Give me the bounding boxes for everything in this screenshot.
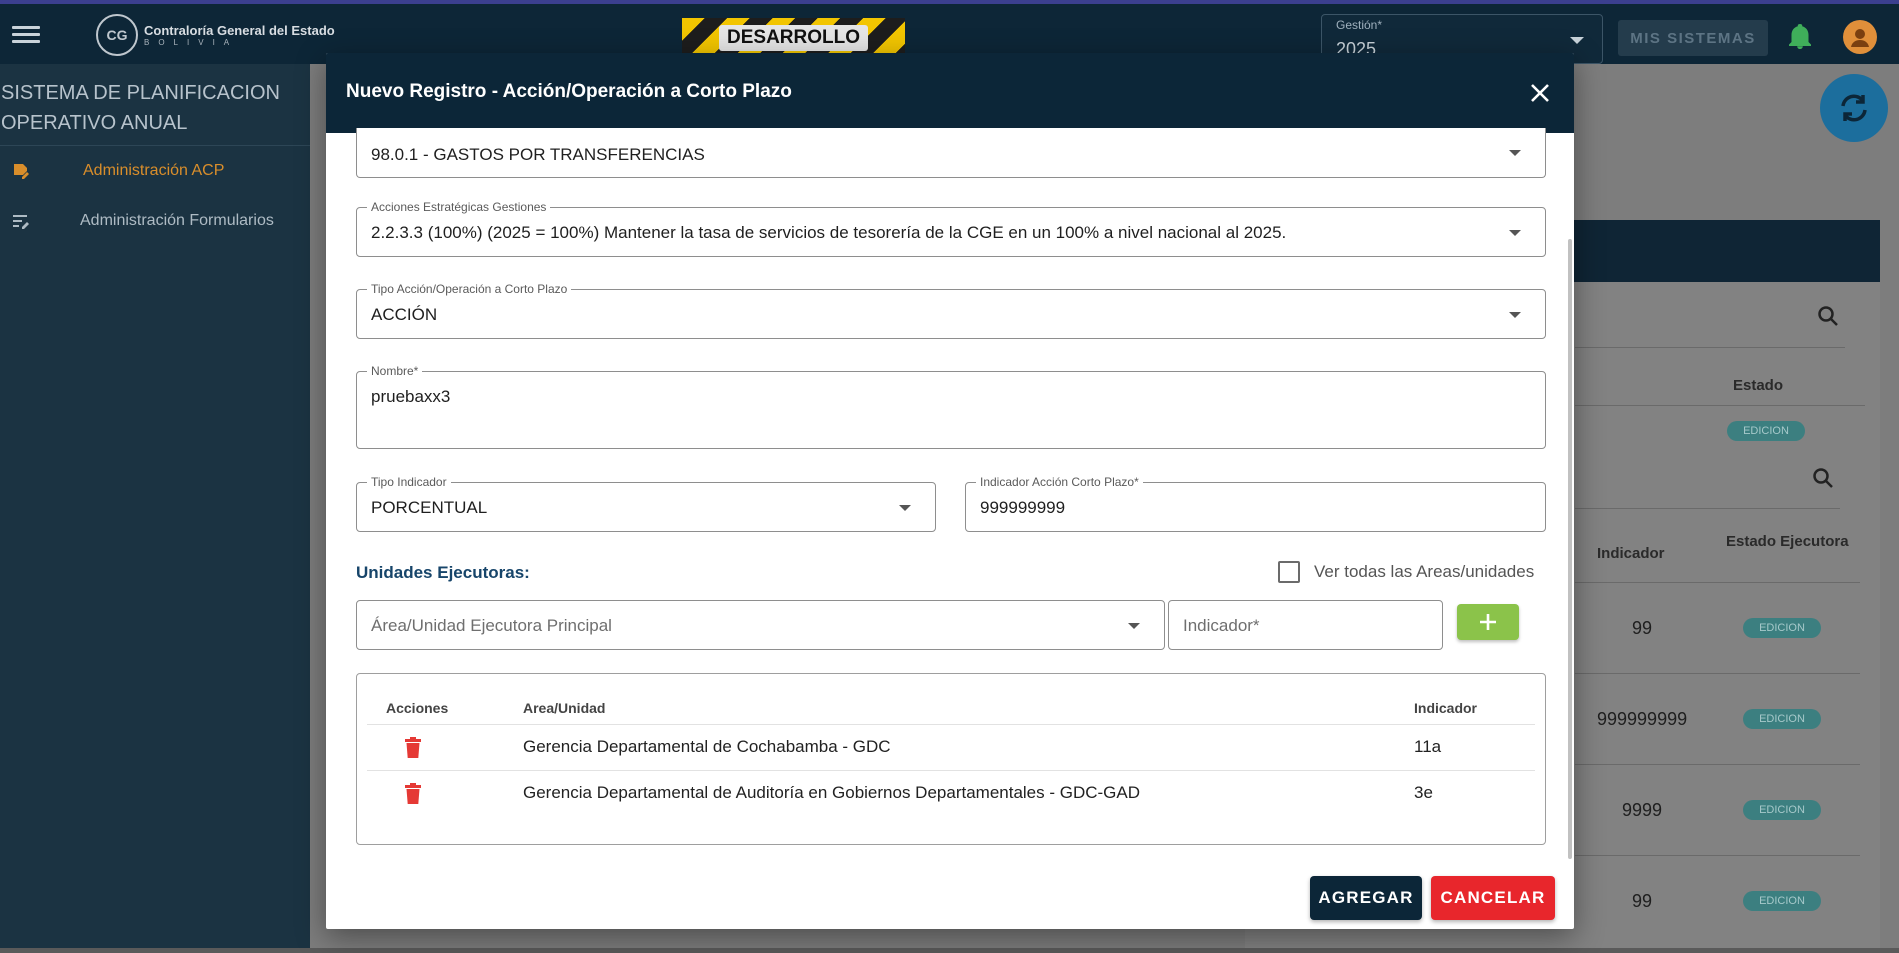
divider <box>1575 764 1860 765</box>
header-divider <box>367 724 1535 725</box>
cge-logo: CG Contraloría General del Estado BOLIVI… <box>96 10 335 60</box>
table-cell-indicador: 99 <box>1632 618 1653 638</box>
system-title: SISTEMA DE PLANIFICACION OPERATIVO ANUAL <box>0 64 310 146</box>
unidades-ejecutoras-title: Unidades Ejecutoras: <box>356 563 530 582</box>
sidebar-item-administracion-formularios[interactable]: Administración Formularios <box>0 201 310 241</box>
tipo-indicador-select[interactable]: Tipo Indicador PORCENTUAL <box>356 475 936 532</box>
divider <box>1575 508 1840 509</box>
column-header-estado-ejecutora: Estado Ejecutora <box>1726 533 1849 550</box>
table-cell-indicador: 9999 <box>1622 800 1663 820</box>
dialog-title: Nuevo Registro - Acción/Operación a Cort… <box>346 81 792 102</box>
status-badge: EDICION <box>1743 709 1821 729</box>
divider <box>1575 582 1860 583</box>
logo-subtext: BOLIVIA <box>144 37 239 47</box>
list-edit-icon <box>13 215 29 229</box>
column-header-indicador: Indicador <box>1414 700 1478 716</box>
table-cell-indicador: 11a <box>1414 737 1442 756</box>
tipo-accion-select[interactable]: Tipo Acción/Operación a Corto Plazo ACCI… <box>356 282 1546 339</box>
column-header-acciones: Acciones <box>386 700 449 716</box>
edit-document-icon <box>14 164 29 179</box>
table-cell-indicador: 99 <box>1632 891 1653 911</box>
dialog-header: Nuevo Registro - Acción/Operación a Cort… <box>326 53 1574 133</box>
table-cell-area: Gerencia Departamental de Auditoría en G… <box>523 783 1141 802</box>
status-badge: EDICION <box>1743 618 1821 638</box>
field-label: Indicador Acción Corto Plazo* <box>976 475 1143 489</box>
user-avatar-icon[interactable] <box>1843 20 1877 54</box>
dropdown-arrow-icon <box>1128 623 1140 629</box>
close-icon[interactable] <box>1528 81 1552 105</box>
divider <box>1575 347 1845 348</box>
column-header-area-unidad: Area/Unidad <box>523 700 606 716</box>
partida-select[interactable]: 98.0.1 - GASTOS POR TRANSFERENCIAS <box>356 128 1546 178</box>
delete-trash-icon[interactable] <box>404 737 422 759</box>
field-label: Tipo Indicador <box>367 475 451 489</box>
gestion-label: Gestión* <box>1336 18 1383 32</box>
row-divider <box>367 770 1535 771</box>
area-unidad-placeholder: Área/Unidad Ejecutora Principal <box>371 616 612 635</box>
table-cell-area: Gerencia Departamental de Cochabamba - G… <box>523 737 891 756</box>
cge-seal-icon: CG <box>96 14 138 56</box>
nuevo-registro-dialog: Nuevo Registro - Acción/Operación a Cort… <box>326 53 1574 929</box>
tipo-indicador-value: PORCENTUAL <box>371 498 488 517</box>
logo-text: Contraloría General del Estado <box>144 22 335 38</box>
dropdown-arrow-icon <box>1509 230 1521 236</box>
search-icon[interactable] <box>1812 467 1834 489</box>
environment-label: DESARROLLO <box>719 25 868 51</box>
mis-sistemas-button[interactable]: MIS SISTEMAS <box>1618 20 1768 56</box>
column-header-indicador: Indicador <box>1597 545 1665 562</box>
cancelar-button[interactable]: CANCELAR <box>1431 876 1555 920</box>
search-icon[interactable] <box>1817 305 1839 327</box>
hamburger-menu-icon[interactable] <box>12 22 40 50</box>
divider <box>1575 855 1860 856</box>
divider <box>1575 405 1865 406</box>
field-label: Acciones Estratégicas Gestiones <box>367 200 551 214</box>
ver-todas-checkbox[interactable] <box>1278 561 1300 583</box>
refresh-icon <box>1841 94 1867 122</box>
table-cell-indicador: 999999999 <box>1597 709 1688 729</box>
dropdown-arrow-icon <box>1570 37 1584 44</box>
nombre-value: pruebaxx3 <box>371 387 451 406</box>
indicador-acp-value: 999999999 <box>980 498 1066 517</box>
agregar-button[interactable]: AGREGAR <box>1310 876 1422 920</box>
partida-select-value: 98.0.1 - GASTOS POR TRANSFERENCIAS <box>371 145 705 164</box>
indicador-acp-input[interactable]: Indicador Acción Corto Plazo* 999999999 <box>965 475 1546 532</box>
status-badge: EDICION <box>1743 891 1821 911</box>
table-cell-indicador: 3e <box>1414 783 1433 802</box>
plus-icon <box>1480 614 1496 630</box>
indicador-unidad-placeholder: Indicador* <box>1183 616 1260 635</box>
sidebar-item-label: Administración ACP <box>83 162 225 179</box>
environment-banner: DESARROLLO <box>682 18 905 58</box>
bottom-strip <box>0 948 1899 953</box>
sidebar: SISTEMA DE PLANIFICACION OPERATIVO ANUAL… <box>0 64 310 953</box>
delete-trash-icon[interactable] <box>404 783 422 805</box>
nombre-textarea[interactable]: Nombre* pruebaxx3 <box>356 364 1546 449</box>
acciones-estrategicas-select[interactable]: Acciones Estratégicas Gestiones 2.2.3.3 … <box>356 200 1546 257</box>
status-badge: EDICION <box>1727 421 1805 441</box>
unidades-table: Acciones Area/Unidad Indicador Gerencia … <box>356 673 1546 845</box>
indicador-unidad-input[interactable]: Indicador* <box>1168 600 1443 650</box>
dialog-scrollbar[interactable] <box>1568 239 1572 859</box>
sidebar-item-administracion-acp[interactable]: Administración ACP <box>0 151 310 191</box>
ver-todas-label[interactable]: Ver todas las Areas/unidades <box>1314 562 1534 582</box>
acciones-estrategicas-value: 2.2.3.3 (100%) (2025 = 100%) Mantener la… <box>371 223 1287 242</box>
column-header-estado: Estado <box>1733 377 1784 394</box>
dropdown-arrow-icon <box>899 505 911 511</box>
field-label: Nombre* <box>367 364 423 378</box>
notification-bell-icon[interactable] <box>1788 24 1812 50</box>
add-unidad-button[interactable] <box>1457 604 1519 640</box>
dropdown-arrow-icon <box>1509 312 1521 318</box>
sidebar-item-label: Administración Formularios <box>80 212 274 229</box>
divider <box>1575 673 1860 674</box>
area-unidad-select[interactable]: Área/Unidad Ejecutora Principal <box>356 600 1165 650</box>
tipo-accion-value: ACCIÓN <box>371 305 438 324</box>
field-label: Tipo Acción/Operación a Corto Plazo <box>367 282 572 296</box>
status-badge: EDICION <box>1743 800 1821 820</box>
dropdown-arrow-icon <box>1509 150 1521 156</box>
refresh-fab-button[interactable] <box>1820 74 1888 142</box>
